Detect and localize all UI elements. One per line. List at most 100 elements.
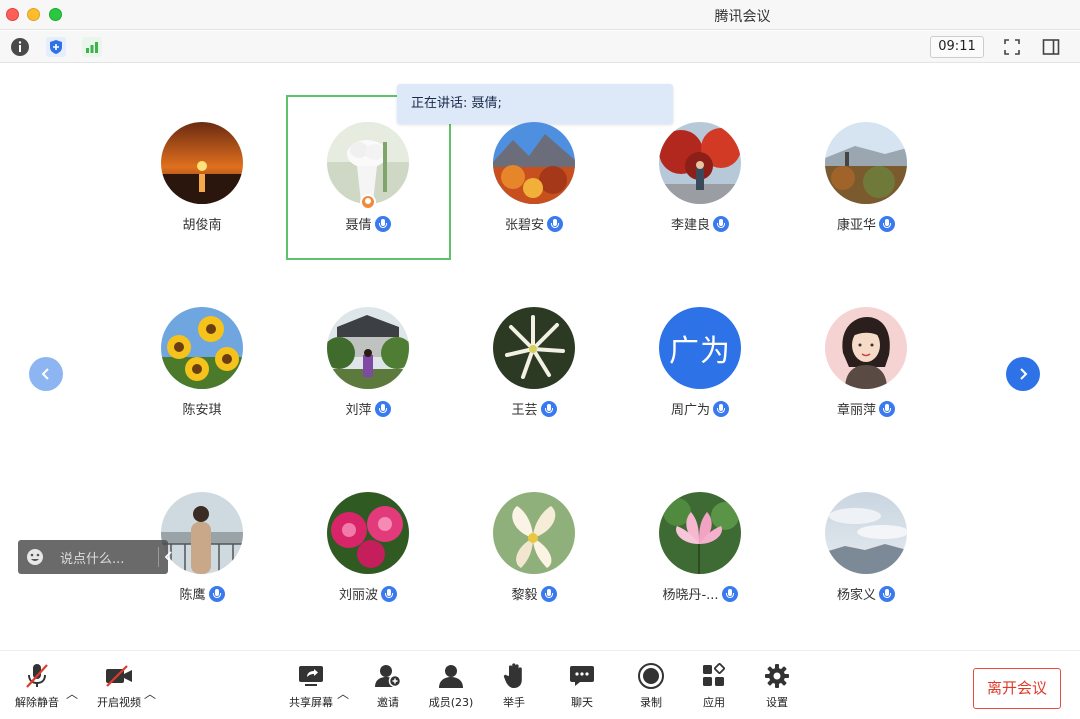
- participant-tile[interactable]: 康亚华: [783, 122, 949, 292]
- audio-options-chevron-icon[interactable]: ︿: [66, 685, 78, 702]
- leave-meeting-button[interactable]: 离开会议: [973, 668, 1061, 709]
- avatar: [659, 122, 741, 204]
- avatar: [493, 307, 575, 389]
- security-shield-icon[interactable]: [46, 37, 66, 57]
- collapse-chevron-icon[interactable]: [164, 550, 174, 564]
- meeting-info-bar: 09:11: [0, 31, 1080, 63]
- meeting-timer: 09:11: [930, 36, 984, 58]
- participant-name: 黎毅: [511, 588, 538, 603]
- participant-tile[interactable]: 王芸: [451, 307, 617, 477]
- microphone-icon: [879, 586, 895, 602]
- participant-name: 周广为: [670, 403, 710, 418]
- participant-name-row: 章丽萍: [783, 399, 949, 418]
- invite-button[interactable]: 邀请: [366, 661, 410, 710]
- unmute-button[interactable]: 解除静音: [10, 661, 64, 710]
- participant-name-row: 刘萍: [285, 399, 451, 418]
- video-options-chevron-icon[interactable]: ︿: [144, 685, 156, 702]
- invite-label: 邀请: [377, 696, 399, 709]
- quick-chat-input[interactable]: 说点什么...: [18, 540, 172, 574]
- members-icon: [439, 665, 463, 688]
- apps-label: 应用: [703, 696, 725, 709]
- previous-page-button[interactable]: [29, 357, 63, 391]
- participant-tile[interactable]: 聂倩: [285, 122, 451, 292]
- participant-tile[interactable]: 杨家义: [783, 492, 949, 662]
- gear-icon: [765, 664, 789, 688]
- members-button[interactable]: 成员(23): [424, 661, 478, 710]
- participant-name: 李建良: [670, 218, 710, 233]
- record-button[interactable]: 录制: [631, 661, 671, 710]
- sidebar-toggle-icon[interactable]: [1041, 37, 1061, 57]
- apps-button[interactable]: 应用: [694, 661, 734, 710]
- participant-tile[interactable]: 张碧安: [451, 122, 617, 292]
- raise-hand-icon: [503, 663, 522, 688]
- title-bar: 腾讯会议: [0, 0, 1080, 30]
- chevron-right-icon: [1020, 368, 1028, 380]
- info-icon[interactable]: [10, 37, 30, 57]
- settings-label: 设置: [766, 696, 788, 709]
- camera-off-icon: [106, 665, 132, 687]
- microphone-muted-icon: [26, 664, 48, 688]
- participant-name: 章丽萍: [836, 403, 876, 418]
- participant-name: 王芸: [511, 403, 538, 418]
- host-badge-icon: [360, 194, 376, 210]
- signal-strength-icon[interactable]: [82, 37, 102, 57]
- chat-label: 聊天: [571, 696, 593, 709]
- share-screen-button[interactable]: 共享屏幕: [284, 661, 338, 710]
- chat-placeholder: 说点什么...: [60, 552, 125, 567]
- avatar: [161, 307, 243, 389]
- participant-tile[interactable]: 章丽萍: [783, 307, 949, 477]
- microphone-icon: [547, 216, 563, 232]
- participant-name: 张碧安: [504, 218, 544, 233]
- share-screen-icon: [299, 666, 323, 686]
- avatar: [327, 492, 409, 574]
- chat-bubble-icon: [570, 666, 594, 686]
- microphone-icon: [374, 401, 391, 417]
- emoji-icon[interactable]: [26, 548, 44, 566]
- participant-tile[interactable]: 刘丽波: [285, 492, 451, 662]
- raise-hand-button[interactable]: 举手: [494, 661, 534, 710]
- share-options-chevron-icon[interactable]: ︿: [337, 685, 349, 702]
- divider: [158, 547, 159, 567]
- participant-name-row: 胡俊南: [119, 214, 285, 233]
- participant-name-row: 杨家义: [783, 584, 949, 603]
- participant-name-row: 杨晓丹-...: [617, 584, 783, 603]
- avatar: [161, 122, 243, 204]
- fullscreen-icon[interactable]: [1002, 37, 1022, 57]
- start-video-button[interactable]: 开启视频: [92, 661, 146, 710]
- participant-tile[interactable]: 陈安琪: [119, 307, 285, 477]
- microphone-icon: [879, 401, 895, 417]
- participant-name: 陈鹰: [179, 588, 206, 603]
- participant-name: 康亚华: [836, 218, 876, 233]
- participant-tile[interactable]: 杨晓丹-...: [617, 492, 783, 662]
- speaking-indicator: 正在讲话: 聂倩;: [397, 84, 673, 124]
- participant-name-row: 陈鹰: [119, 584, 285, 603]
- meeting-toolbar: 解除静音 ︿ 开启视频 ︿ 共享屏幕 ︿ 邀请 成员(23) 举手 聊天 录制 …: [0, 650, 1080, 719]
- participant-name-row: 周广为: [617, 399, 783, 418]
- participant-tile[interactable]: 广为 周广为: [617, 307, 783, 477]
- participant-name: 刘萍: [345, 403, 372, 418]
- participant-name: 胡俊南: [182, 218, 222, 233]
- members-label: 成员(23): [428, 696, 474, 709]
- participant-tile[interactable]: 黎毅: [451, 492, 617, 662]
- video-gallery: 正在讲话: 聂倩; 胡俊南 聂倩 张碧安 李建良 康亚华 陈安琪 刘萍 王芸 广…: [0, 64, 1080, 650]
- start-video-label: 开启视频: [97, 696, 141, 709]
- participant-tile[interactable]: 陈鹰: [119, 492, 285, 662]
- participant-tile[interactable]: 李建良: [617, 122, 783, 292]
- chat-button[interactable]: 聊天: [562, 661, 602, 710]
- participant-tile[interactable]: 胡俊南: [119, 122, 285, 292]
- avatar: [825, 307, 907, 389]
- microphone-icon: [540, 401, 557, 417]
- participant-tile[interactable]: 刘萍: [285, 307, 451, 477]
- microphone-icon: [208, 586, 225, 602]
- share-screen-label: 共享屏幕: [289, 696, 333, 709]
- chevron-left-icon: [41, 368, 49, 380]
- participant-name-row: 张碧安: [451, 214, 617, 233]
- microphone-icon: [721, 586, 738, 602]
- settings-button[interactable]: 设置: [757, 661, 797, 710]
- participant-name-row: 黎毅: [451, 584, 617, 603]
- participant-name-row: 康亚华: [783, 214, 949, 233]
- participant-name-row: 聂倩: [285, 214, 451, 233]
- microphone-icon: [713, 216, 729, 232]
- next-page-button[interactable]: [1006, 357, 1040, 391]
- avatar: [825, 492, 907, 574]
